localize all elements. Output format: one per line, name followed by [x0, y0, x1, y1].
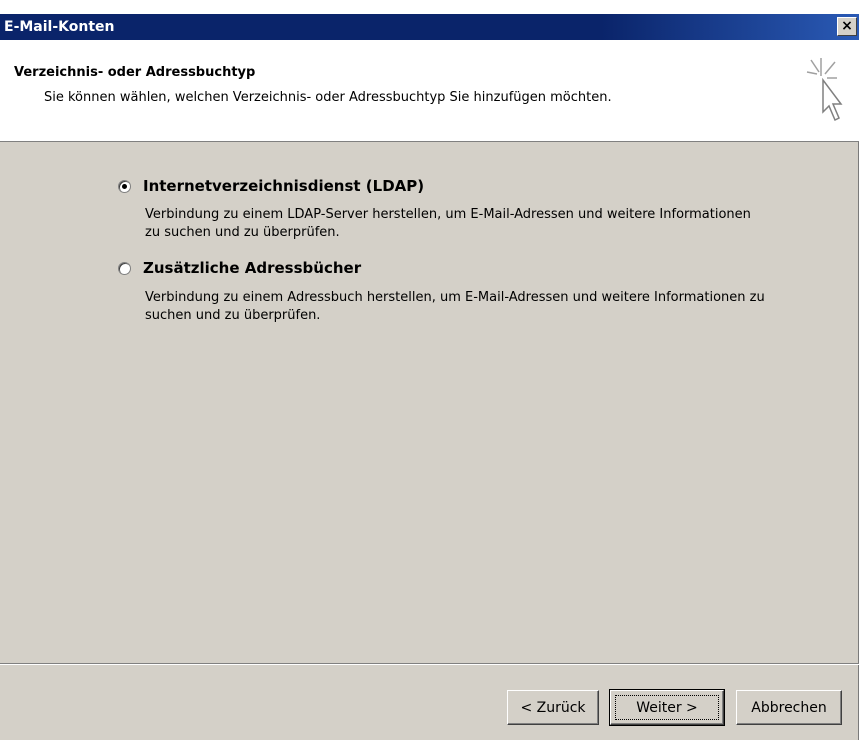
header-subtitle: Sie können wählen, welchen Verzeichnis- … — [44, 90, 612, 105]
window-title: E-Mail-Konten — [4, 19, 115, 35]
next-button[interactable]: Weiter > — [609, 689, 725, 726]
footer-separator — [0, 663, 859, 665]
address-books-radio[interactable] — [118, 261, 131, 275]
ldap-description: Verbindung zu einem LDAP-Server herstell… — [145, 207, 751, 240]
next-button-label: Weiter > — [636, 699, 698, 716]
address-books-description: Verbindung zu einem Adressbuch herstelle… — [145, 290, 765, 323]
option-address-books[interactable]: Zusätzliche Adressbücher — [118, 259, 361, 277]
wizard-cursor-icon — [806, 58, 843, 122]
address-books-radio-label[interactable]: Zusätzliche Adressbücher — [143, 259, 361, 277]
email-accounts-dialog: E-Mail-Konten × Verzeichnis- oder Adress… — [0, 0, 859, 740]
wizard-header: Verzeichnis- oder Adressbuchtyp Sie könn… — [0, 40, 859, 142]
header-title: Verzeichnis- oder Adressbuchtyp — [14, 65, 256, 80]
close-button[interactable]: × — [837, 17, 857, 36]
option-ldap[interactable]: Internetverzeichnisdienst (LDAP) — [118, 177, 424, 195]
cancel-button[interactable]: Abbrechen — [736, 690, 842, 725]
title-bar[interactable]: E-Mail-Konten × — [0, 14, 859, 40]
top-strip — [0, 0, 859, 14]
back-button[interactable]: < Zurück — [507, 690, 599, 725]
ldap-radio-label[interactable]: Internetverzeichnisdienst (LDAP) — [143, 177, 424, 195]
ldap-radio[interactable] — [118, 179, 131, 193]
